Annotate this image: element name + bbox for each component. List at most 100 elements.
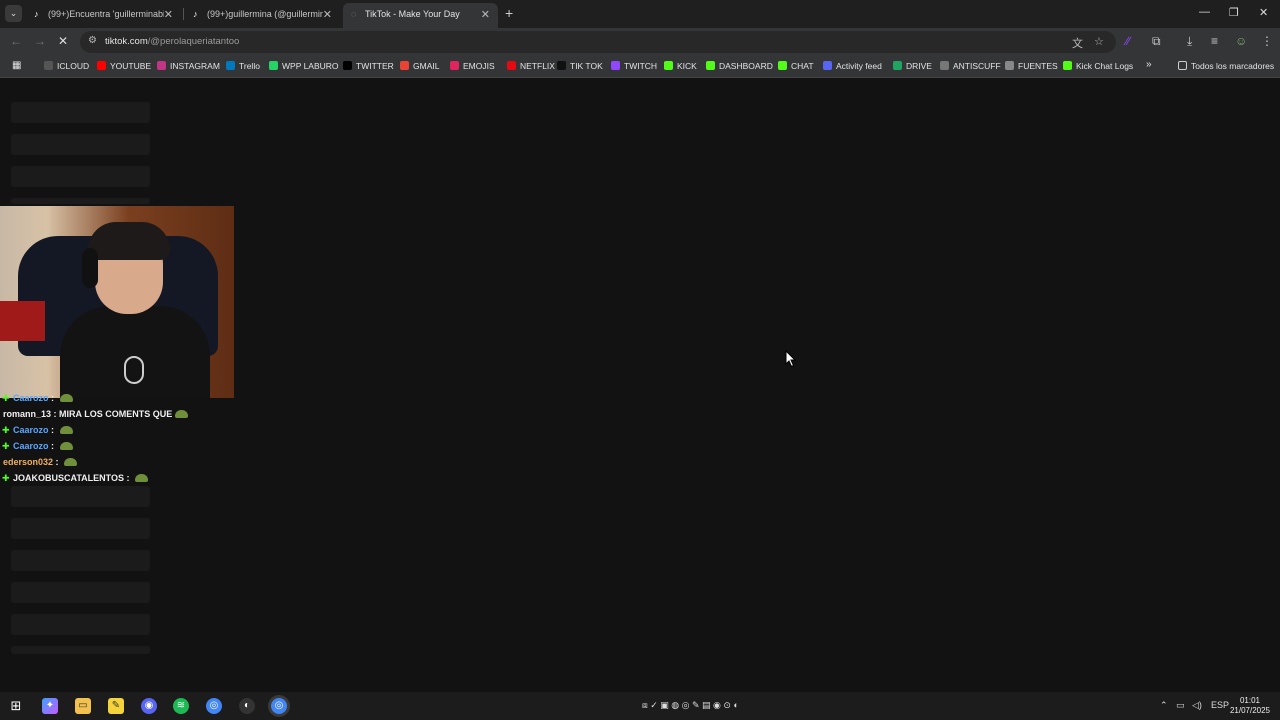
forward-button[interactable]: → [34,34,46,48]
bookmark-trello[interactable]: Trello [226,61,260,71]
minimize-icon[interactable]: — [1199,6,1210,18]
bookmark-label: Activity feed [836,61,882,71]
window-close-icon[interactable]: ✕ [1259,6,1268,19]
bookmarks-overflow-button[interactable]: » [1146,59,1152,70]
url-text[interactable]: tiktok.com/@perolaqueriatantoo [105,36,239,47]
bookmark-drive[interactable]: DRIVE [893,61,932,71]
bookmark-icloud[interactable]: ICLOUD [44,61,89,71]
bookmark-activity-feed[interactable]: Activity feed [823,61,882,71]
tray-app-icons[interactable]: ⧈ ✓ ▣ ◍ ◎ ✎ ▤ ◉ ⊙ ◐ [642,700,739,711]
stop-loading-button[interactable]: ✕ [58,34,68,48]
download-icon[interactable]: ⤓ [1187,34,1192,49]
bookmark-label: DASHBOARD [719,61,773,71]
chat-badge-icon: ✚ [2,425,10,435]
tiktok-icon [557,61,566,70]
bookmark-emojis[interactable]: EMOJIS [450,61,495,71]
restore-icon[interactable]: ❐ [1229,6,1239,19]
volume-icon[interactable]: ◁) [1192,700,1202,711]
bookmark-label: CHAT [791,61,814,71]
tab-search-button[interactable]: ⌄ [5,5,22,22]
tab-3-active[interactable]: ◌ TikTok - Make Your Day ✕ [343,3,498,28]
chat-message: romann_13 : MIRA LOS COMENTS QUE [0,409,189,425]
bookmark-dashboard[interactable]: DASHBOARD [706,61,773,71]
bookmark-label: GMAIL [413,61,440,71]
bookmark-label: KICK [677,61,697,71]
spotify-icon[interactable]: ≋ [173,698,189,714]
tiktok-icon: ♪ [193,9,198,19]
skeleton-placeholder [11,486,150,507]
bookmark-gmail[interactable]: GMAIL [400,61,439,71]
headset [82,248,98,288]
tab-title: TikTok - Make Your Day [365,9,460,19]
skeleton-placeholder [11,198,150,204]
bookmark-twitter[interactable]: TWITTER [343,61,394,71]
bookmark-netflix[interactable]: NETFLIX [507,61,555,71]
bookmark-label: INSTAGRAM [170,61,220,71]
bookmark-fuentes[interactable]: FUENTES [1005,61,1058,71]
site-info-icon[interactable]: ⚙ [88,35,97,46]
bookmark-youtube[interactable]: YOUTUBE [97,61,151,71]
network-icon[interactable]: ▭ [1176,700,1185,711]
extensions-puzzle-icon[interactable]: ⧉ [1152,34,1161,49]
clock[interactable]: 01:01 21/07/2025 [1230,696,1270,716]
bookmark-label: NETFLIX [520,61,555,71]
bookmark-kick-chat-logs[interactable]: Kick Chat Logs [1063,61,1133,71]
apple-icon [44,61,53,70]
close-icon[interactable]: ✕ [323,8,332,21]
bookmark-chat[interactable]: CHAT [778,61,814,71]
tab-1[interactable]: ♪ (99+)Encuentra 'guillerminabiar ✕ [26,3,181,28]
chat-username: Caarozo [13,441,49,451]
skeleton-placeholder [11,646,150,654]
kick-icon [1063,61,1072,70]
globe-icon [1005,61,1014,70]
bookmark-label: DRIVE [906,61,932,71]
chrome-active-icon[interactable]: ◎ [271,698,287,714]
notes-icon[interactable]: ✎ [108,698,124,714]
chat-message: ✚ Caarozo : [0,393,73,409]
new-tab-button[interactable]: + [505,5,513,21]
bookmark-kick[interactable]: KICK [664,61,697,71]
bookmark-twitch[interactable]: TWITCH [611,61,657,71]
kick-icon [664,61,673,70]
obs-icon[interactable]: ◐ [239,698,255,714]
apps-grid-icon[interactable]: ▦ [12,60,21,71]
bookmark-antiscuff[interactable]: ANTISCUFF [940,61,1001,71]
chat-separator: : [48,393,57,403]
language-indicator[interactable]: ESP [1211,700,1229,710]
back-button[interactable]: ← [10,34,22,48]
mouse-cursor-icon [785,350,797,368]
menu-kebab-icon[interactable]: ⋮ [1261,34,1273,48]
tab-2[interactable]: ♪ (99+)guillermina (@guillermina ✕ [185,3,340,28]
bookmark-instagram[interactable]: INSTAGRAM [157,61,220,71]
copilot-icon[interactable]: ✦ [42,698,58,714]
chrome-icon[interactable]: ◎ [206,698,222,714]
file-explorer-icon[interactable]: ▭ [75,698,91,714]
bookmark-star-icon[interactable]: ☆ [1094,35,1104,48]
tray-overflow-icon[interactable]: ⌃ [1160,700,1168,711]
profile-avatar-icon[interactable]: ☺ [1235,34,1247,48]
bookmark-label: TWITCH [624,61,658,71]
kick-icon [778,61,787,70]
bookmark-label: Trello [239,61,260,71]
bookmark-tik-tok[interactable]: TIK TOK [557,61,603,71]
close-icon[interactable]: ✕ [164,8,173,21]
tab-divider [183,8,184,20]
skeleton-placeholder [11,166,150,187]
translate-icon[interactable]: 文 [1072,35,1083,51]
skeleton-placeholder [11,102,150,123]
discord-icon[interactable]: ◉ [141,698,157,714]
windows-taskbar: ⊞ ✦ ▭ ✎ ◉ ≋ ◎ ◐ ◎ ⧈ ✓ ▣ ◍ ◎ ✎ ▤ ◉ ⊙ ◐ ⌃ … [0,692,1280,720]
all-bookmarks-folder[interactable]: Todos los marcadores [1178,61,1274,71]
windows-start-icon[interactable]: ⊞ [8,698,24,714]
skeleton-placeholder [11,614,150,635]
bookmark-label: FUENTES [1018,61,1058,71]
bookmark-label: WPP LABURO [282,61,339,71]
bars-icon [940,61,949,70]
extension-icon[interactable]: ∕∕ [1126,34,1130,48]
clock-date: 21/07/2025 [1229,706,1270,715]
bookmark-wpp-laburo[interactable]: WPP LABURO [269,61,339,71]
media-control-icon[interactable]: ≡ [1211,34,1218,48]
webcam-overlay [0,206,234,398]
close-icon[interactable]: ✕ [481,8,490,21]
address-bar[interactable]: ⚙ tiktok.com/@perolaqueriatantoo 文 ☆ [80,31,1116,53]
